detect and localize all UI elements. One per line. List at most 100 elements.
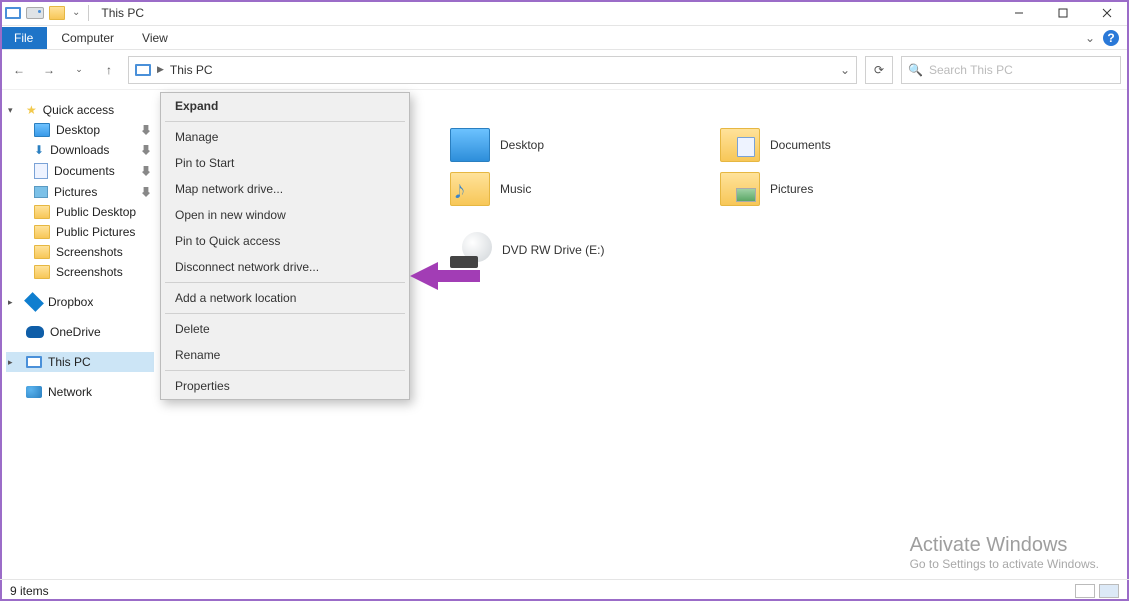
qat-dropdown-icon[interactable]: ⌄ [72,7,80,18]
item-label: Pictures [770,182,813,196]
up-button[interactable]: ↑ [98,59,120,81]
minimize-button[interactable] [997,0,1041,26]
sidebar-quick-access[interactable]: ▾ ★ Quick access [6,100,154,120]
ctx-properties[interactable]: Properties [161,373,409,399]
breadcrumb[interactable]: This PC [170,63,213,77]
onedrive-icon [26,326,44,338]
sidebar-item-label: Screenshots [56,245,123,259]
navigation-pane[interactable]: ▾ ★ Quick access Desktop ⬇ Downloads Docu… [0,90,160,579]
address-dropdown-icon[interactable]: ⌄ [840,63,850,77]
sidebar-item-desktop[interactable]: Desktop [34,120,154,140]
sidebar-item-downloads[interactable]: ⬇ Downloads [34,140,154,160]
sidebar-item-documents[interactable]: Documents [34,160,154,182]
window-title: This PC [95,6,144,20]
pictures-icon [34,186,48,198]
sidebar-item-label: Dropbox [48,295,93,309]
view-tab[interactable]: View [128,27,182,49]
file-tab[interactable]: File [0,27,47,49]
sidebar-item-pictures[interactable]: Pictures [34,182,154,202]
sidebar-item-label: Screenshots [56,265,123,279]
separator [165,282,405,283]
help-icon[interactable]: ? [1103,30,1119,46]
sidebar-item-public-pictures[interactable]: Public Pictures [34,222,154,242]
watermark-title: Activate Windows [910,534,1099,557]
item-count: 9 items [10,584,49,598]
qat-properties-icon[interactable] [28,6,42,20]
chevron-right-icon[interactable]: ▸ [8,357,20,368]
sidebar-item-label: Quick access [43,103,114,117]
network-icon [26,386,42,398]
ribbon-collapse-icon[interactable]: ⌄ [1085,31,1095,45]
thumbnails-view-button[interactable] [1099,584,1119,598]
ctx-pin-start[interactable]: Pin to Start [161,150,409,176]
back-button[interactable]: ← [8,59,30,81]
sidebar-item-onedrive[interactable]: ▸OneDrive [6,322,154,342]
folder-item-pictures[interactable]: Pictures [720,172,960,206]
item-label: Music [500,182,531,196]
ctx-add-network-location[interactable]: Add a network location [161,285,409,311]
ribbon: File Computer View ⌄ ? [0,26,1129,50]
pc-icon [26,356,42,368]
folder-item-documents[interactable]: Documents [720,128,960,162]
sidebar-item-label: Public Pictures [56,225,135,239]
drive-item-dvd[interactable]: DVD RW Drive (E:) [450,232,690,268]
pin-icon [142,145,150,155]
status-bar: 9 items [0,579,1129,601]
window-controls [997,0,1129,26]
folder-item-music[interactable]: Music [450,172,690,206]
pc-icon [135,64,151,76]
desktop-icon [34,123,50,137]
qat-folder-icon[interactable] [50,6,64,20]
sidebar-item-screenshots[interactable]: Screenshots [34,242,154,262]
search-box[interactable]: 🔍 [901,56,1121,84]
ctx-expand[interactable]: Expand [161,93,409,119]
sidebar-item-label: Downloads [50,143,109,157]
folder-item-desktop[interactable]: Desktop [450,128,690,162]
recent-dropdown-icon[interactable]: ⌄ [68,59,90,81]
sidebar-item-dropbox[interactable]: ▸ Dropbox [6,292,154,312]
refresh-button[interactable]: ⟳ [865,56,893,84]
body: ▾ ★ Quick access Desktop ⬇ Downloads Docu… [0,90,1129,579]
documents-folder-icon [720,128,760,162]
watermark-subtitle: Go to Settings to activate Windows. [910,557,1099,571]
folder-icon [34,265,50,279]
address-bar[interactable]: ▶ This PC ⌄ [128,56,857,84]
folder-icon [34,245,50,259]
sidebar-item-label: Public Desktop [56,205,136,219]
music-folder-icon [450,172,490,206]
dropbox-icon [24,292,44,312]
sidebar-item-label: Network [48,385,92,399]
search-input[interactable] [929,63,1114,77]
sidebar-item-public-desktop[interactable]: Public Desktop [34,202,154,222]
computer-tab[interactable]: Computer [47,27,128,49]
ctx-open-new-window[interactable]: Open in new window [161,202,409,228]
quick-access-toolbar: ⌄ [0,5,95,21]
chevron-right-icon[interactable]: ▸ [8,297,20,308]
title-bar: ⌄ This PC [0,0,1129,26]
sidebar-item-label: Pictures [54,185,97,199]
chevron-right-icon[interactable]: ▶ [157,64,164,75]
content-pane[interactable]: ⌄ Folders (7) Desktop Documents Music Pi… [160,90,1129,579]
pin-icon [142,125,150,135]
sidebar-item-screenshots-2[interactable]: Screenshots [34,262,154,282]
ctx-rename[interactable]: Rename [161,342,409,368]
details-view-button[interactable] [1075,584,1095,598]
pictures-folder-icon [720,172,760,206]
desktop-folder-icon [450,128,490,162]
ctx-disconnect-network-drive[interactable]: Disconnect network drive... [161,254,409,280]
forward-button[interactable]: → [38,59,60,81]
ctx-manage[interactable]: Manage [161,124,409,150]
sidebar-item-this-pc[interactable]: ▸This PC [6,352,154,372]
documents-icon [34,163,48,179]
item-label: Documents [770,138,831,152]
ctx-map-network-drive[interactable]: Map network drive... [161,176,409,202]
pc-small-icon [6,6,20,20]
ctx-pin-quick-access[interactable]: Pin to Quick access [161,228,409,254]
pin-icon [142,166,150,176]
maximize-button[interactable] [1041,0,1085,26]
sidebar-item-network[interactable]: ▸Network [6,382,154,402]
chevron-down-icon[interactable]: ▾ [8,105,20,116]
ctx-delete[interactable]: Delete [161,316,409,342]
downloads-icon: ⬇ [34,143,44,157]
close-button[interactable] [1085,0,1129,26]
